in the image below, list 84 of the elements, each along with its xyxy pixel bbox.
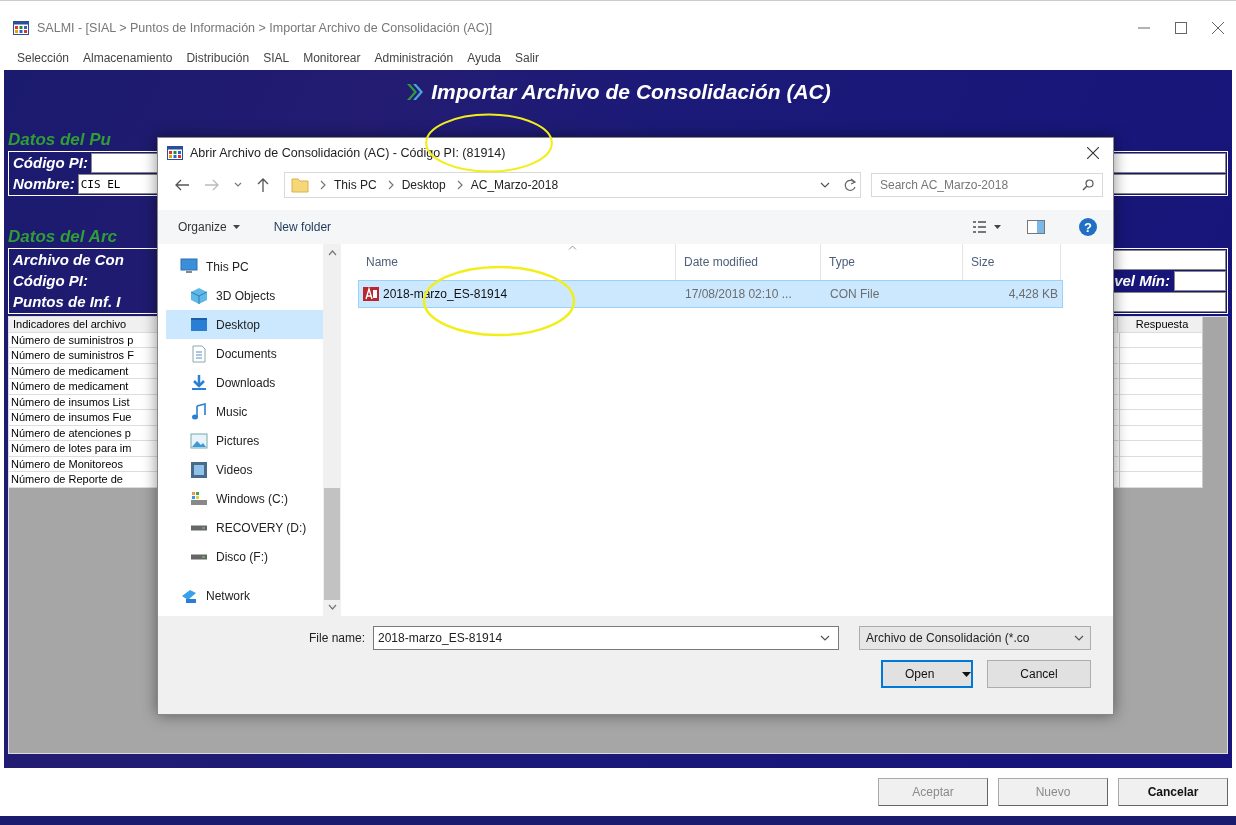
search-icon [1082, 179, 1094, 191]
computer-icon [180, 257, 198, 276]
file-type: CON File [829, 287, 881, 301]
page-title: Importar Archivo de Consolidación (AC) [431, 80, 831, 104]
drive-icon [190, 524, 208, 531]
close-icon[interactable] [1087, 147, 1099, 159]
refresh-icon[interactable] [844, 178, 856, 192]
close-icon[interactable] [1212, 21, 1224, 34]
scrollbar[interactable] [323, 244, 341, 616]
menu-item[interactable]: Salir [515, 51, 540, 65]
app-icon [13, 19, 29, 36]
drive-icon [190, 553, 208, 560]
view-options-icon[interactable] [973, 220, 1003, 234]
menu-item[interactable]: Distribución [186, 51, 250, 65]
file-size: 4,428 KB [1007, 287, 1059, 301]
chevron-down-icon [820, 635, 830, 641]
drive-icon [190, 489, 208, 508]
field-label: Archivo de Con [12, 250, 125, 270]
monitor-icon [190, 315, 208, 334]
database-file-icon [363, 286, 379, 302]
chevron-down-icon[interactable] [820, 182, 830, 188]
cube-icon [190, 286, 208, 305]
new-folder-button[interactable]: New folder [273, 220, 332, 234]
window-title: SALMI - [SIAL > Puntos de Información > Importar Archivo de Consolidación (AC)] [37, 20, 493, 35]
menu-item[interactable]: SIAL [263, 51, 290, 65]
menu-item[interactable]: Ayuda [467, 51, 501, 65]
field-value: CIS EL [79, 177, 121, 191]
maximize-icon[interactable] [1175, 21, 1187, 34]
action-button[interactable]: Cancelar [1118, 778, 1228, 806]
download-arrow-icon [190, 373, 208, 392]
search-placeholder: Search AC_Marzo-2018 [880, 178, 1009, 192]
chevron-right-icon [386, 180, 394, 190]
back-arrow-icon[interactable] [174, 177, 190, 193]
nav-item[interactable]: RECOVERY (D:) [166, 513, 323, 542]
nav-item[interactable]: Network [166, 581, 323, 610]
chevron-down-icon[interactable] [234, 182, 242, 188]
menu-item[interactable]: Almacenamiento [83, 51, 173, 65]
help-button[interactable]: ? [1079, 218, 1097, 236]
breadcrumb[interactable]: This PC [334, 178, 377, 192]
caret-icon [232, 225, 240, 229]
preview-pane-icon[interactable] [1027, 220, 1045, 234]
section-heading: Datos del Arc [8, 226, 117, 248]
nav-item[interactable]: This PC [166, 252, 323, 281]
document-icon [190, 344, 208, 363]
file-name-field[interactable]: 2018-marzo_ES-81914 [373, 626, 839, 650]
film-icon [190, 460, 208, 479]
breadcrumb[interactable]: Desktop [401, 178, 446, 192]
text-field[interactable] [1174, 271, 1226, 291]
breadcrumb[interactable]: AC_Marzo-2018 [470, 178, 559, 192]
section-heading: Datos del Pu [8, 129, 111, 151]
open-button[interactable]: Open [881, 660, 973, 688]
nav-item[interactable]: Disco (F:) [166, 542, 323, 571]
field-label: File name: [308, 631, 365, 645]
music-note-icon [190, 402, 208, 421]
scroll-up-icon[interactable] [327, 250, 337, 256]
address-bar[interactable]: This PC Desktop AC_Marzo-2018 [284, 172, 861, 198]
chevron-right-icon [455, 180, 463, 190]
folder-icon [291, 177, 309, 193]
search-field[interactable]: Search AC_Marzo-2018 [871, 173, 1103, 197]
nav-item[interactable]: 3D Objects [166, 281, 323, 310]
chevron-down-icon [1074, 635, 1084, 641]
organize-menu[interactable]: Organize [178, 220, 240, 234]
picture-icon [190, 431, 208, 450]
app-icon [167, 145, 183, 161]
field-label: Puntos de Inf. I [12, 292, 122, 312]
field-label: Código PI: [12, 153, 89, 173]
sort-caret-icon [568, 245, 577, 250]
up-arrow-icon[interactable] [256, 177, 270, 193]
menu-item[interactable]: Selección [17, 51, 70, 65]
field-label: vel Mín: [1113, 271, 1171, 291]
menu-item[interactable]: Administración [374, 51, 454, 65]
file-date: 17/08/2018 02:10 ... [684, 287, 793, 301]
menu-item[interactable]: Monitorear [303, 51, 361, 65]
cancel-button[interactable]: Cancel [987, 660, 1091, 688]
field-label: Código PI: [12, 271, 89, 291]
chevron-right-icon [319, 180, 326, 190]
nav-item[interactable]: Desktop [166, 310, 323, 339]
scroll-thumb[interactable] [324, 488, 340, 600]
field-label: Nombre: [12, 174, 76, 194]
file-type-dropdown[interactable]: Archivo de Consolidación (*.co [859, 626, 1091, 650]
double-chevron-icon [405, 83, 426, 101]
column-header: Respuesta [1118, 317, 1203, 333]
caret-icon [962, 671, 972, 677]
scroll-down-icon[interactable] [327, 604, 337, 610]
